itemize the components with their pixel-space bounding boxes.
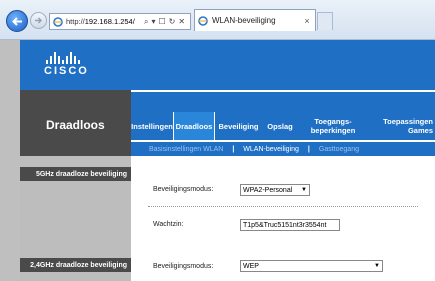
browser-tab[interactable]: WLAN-beveiliging × [194,9,316,31]
browser-toolbar: http://192.168.1.254/ ⌕ ▾ ☐ ↻ ✕ WLAN-bev… [0,0,435,40]
cisco-logo-icon [46,52,89,64]
menu-item-opslag[interactable]: Opslag [262,122,298,131]
compat-view-icon[interactable]: ☐ [159,17,166,27]
page-header: CISCO [20,40,435,90]
submenu: Basisinstellingen WLAN | WLAN-beveiligin… [131,142,435,156]
chevron-down-icon: ▼ [374,263,380,269]
page-title: Draadloos [46,118,105,132]
submenu-item-wlan-beveiliging[interactable]: WLAN-beveiliging [243,146,299,153]
page-gutter [0,40,20,281]
refresh-icon[interactable]: ↻ [169,17,176,27]
forward-arrow-icon [35,17,43,24]
dropdown-icon[interactable]: ▾ [151,17,155,27]
address-bar[interactable]: http://192.168.1.254/ ⌕ ▾ ☐ ↻ ✕ [49,13,191,30]
submenu-item-gasttoegang[interactable]: Gasttoegang [319,146,359,153]
menu-item-toepassingen[interactable]: Toepassingen Games [368,117,435,135]
security-mode-label-5ghz: Beveiligingsmodus: [153,186,214,193]
menu-item-draadloos[interactable]: Draadloos [173,112,215,140]
menu-items: Instellingen Draadloos Beveiliging Opsla… [131,112,435,140]
tab-title: WLAN-beveiliging [212,16,276,25]
back-arrow-icon [12,17,22,26]
security-mode-label-24ghz: Beveiligingsmodus: [153,263,214,270]
passphrase-input[interactable]: T1p5&Truc5151nt3r3554nt [240,219,340,231]
security-mode-select-5ghz[interactable]: WPA2-Personal ▼ [240,184,310,196]
logo-text: CISCO [44,65,89,77]
security-mode-value-5ghz: WPA2-Personal [243,186,293,194]
main-menu: Instellingen Draadloos Beveiliging Opsla… [131,90,435,156]
security-mode-select-24ghz[interactable]: WEP ▼ [240,260,383,272]
stop-icon[interactable]: ✕ [178,17,185,27]
back-button[interactable] [6,10,28,32]
passphrase-label: Wachtzin: [153,221,184,228]
submenu-separator: | [307,145,310,153]
forward-button[interactable] [30,12,47,29]
section-label-5ghz: 5GHz draadloze beveiliging [20,167,131,181]
cisco-logo: CISCO [44,52,89,77]
tab-close-icon[interactable]: × [302,16,312,26]
submenu-separator: | [232,145,235,153]
tab-page-icon [198,15,208,26]
page-icon [53,16,63,27]
menu-item-instellingen[interactable]: Instellingen [131,122,173,131]
new-tab-button[interactable] [317,12,333,30]
chevron-down-icon: ▼ [301,187,307,193]
menu-item-beveiliging[interactable]: Beveiliging [215,122,262,131]
address-url[interactable]: http://192.168.1.254/ [66,17,142,26]
section-label-24ghz: 2,4GHz draadloze beveiliging [20,258,131,272]
menu-item-toegangsbeperkingen[interactable]: Toegangs- beperkingen [298,117,368,135]
security-mode-value-24ghz: WEP [243,262,259,270]
search-icon[interactable]: ⌕ [144,17,148,27]
router-page: CISCO Draadloos Instellingen Draadloos B… [0,40,435,281]
divider [148,206,418,207]
menu-top-band [131,92,435,112]
submenu-item-basisinstellingen[interactable]: Basisinstellingen WLAN [149,146,223,153]
section-title-block: Draadloos [20,90,131,156]
